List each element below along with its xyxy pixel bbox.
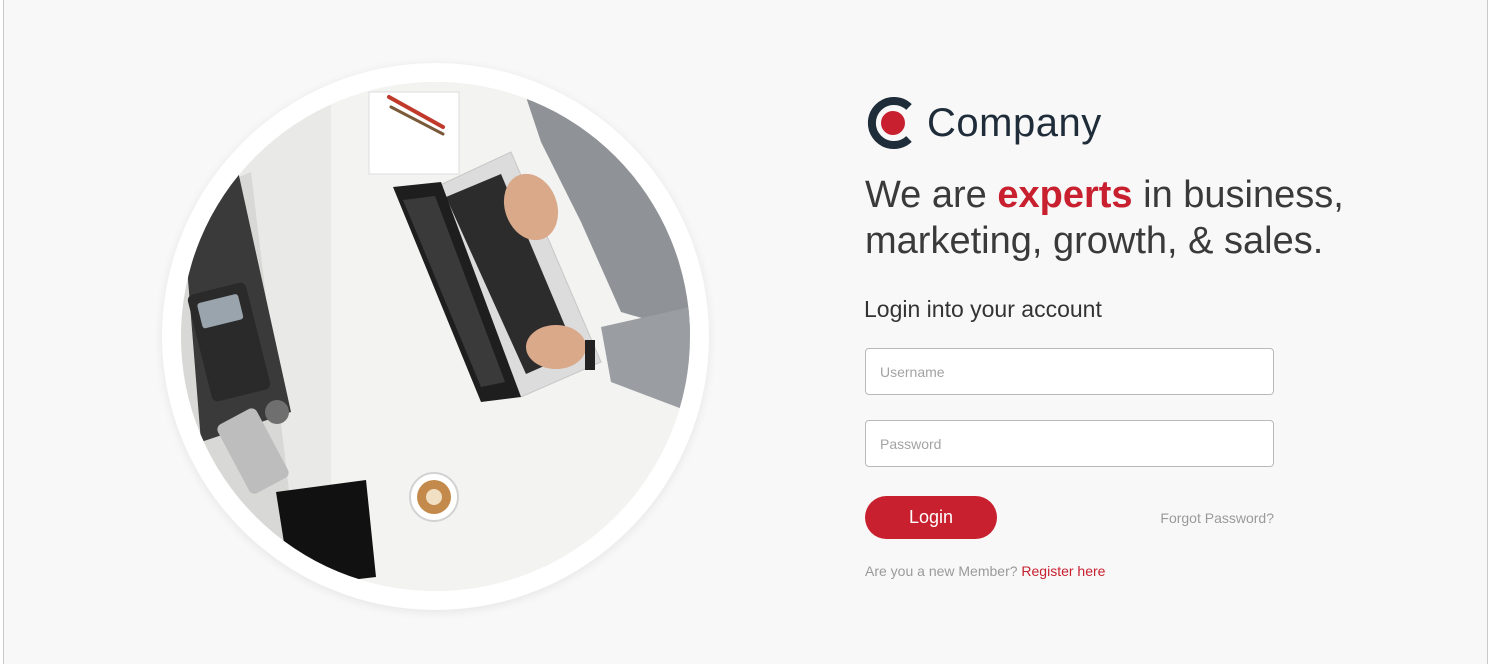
- headline: We are experts in business, marketing, g…: [865, 172, 1425, 264]
- register-prompt-text: Are you a new Member?: [865, 563, 1022, 579]
- login-title: Login into your account: [864, 296, 1102, 322]
- headline-accent: experts: [997, 174, 1133, 216]
- login-button[interactable]: Login: [865, 496, 997, 539]
- headline-text-start: We are: [865, 174, 998, 216]
- hero-image: [181, 82, 690, 591]
- office-desk-illustration: [181, 82, 690, 591]
- company-c-logo-icon: [867, 97, 912, 149]
- register-link[interactable]: Register here: [1021, 563, 1105, 579]
- brand-logo[interactable]: Company: [865, 95, 1102, 151]
- register-prompt: Are you a new Member? Register here: [865, 563, 1105, 579]
- username-input[interactable]: [865, 348, 1274, 395]
- brand-name: Company: [927, 100, 1102, 145]
- forgot-password-link[interactable]: Forgot Password?: [1090, 510, 1274, 526]
- password-input[interactable]: [865, 420, 1274, 467]
